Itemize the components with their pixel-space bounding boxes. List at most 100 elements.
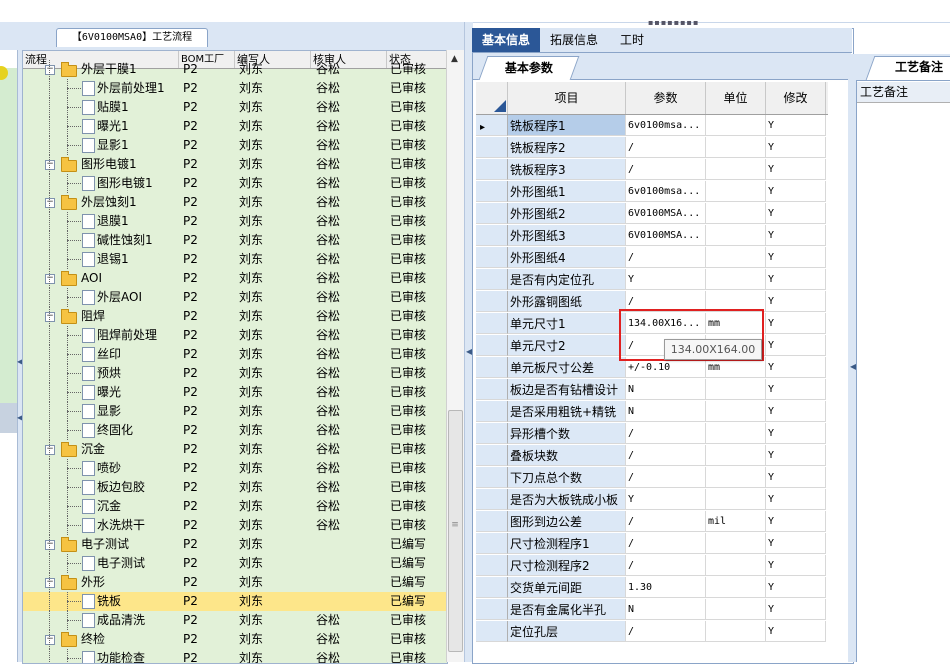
tree-folder-row[interactable]: − 沉金 P2 刘东 谷松 已审核 — [23, 440, 447, 459]
param-value-cell[interactable]: 6V0100MSA... — [626, 225, 706, 246]
row-header[interactable] — [476, 401, 508, 422]
param-modify-cell[interactable]: Y — [766, 555, 826, 576]
row-header[interactable] — [476, 467, 508, 488]
tree-folder-row[interactable]: − 图形电镀1 P2 刘东 谷松 已审核 — [23, 155, 447, 174]
row-header[interactable] — [476, 137, 508, 158]
param-value-cell[interactable]: 6v0100msa... — [626, 181, 706, 202]
param-row[interactable]: 是否有金属化半孔 N Y — [476, 599, 828, 621]
row-header[interactable] — [476, 423, 508, 444]
tab-basic-params[interactable]: 基本参数 — [478, 56, 580, 80]
param-row[interactable]: 下刀点总个数 / Y — [476, 467, 828, 489]
param-value-cell[interactable]: 6v0100msa... — [626, 115, 706, 136]
row-header[interactable] — [476, 621, 508, 642]
param-unit-cell[interactable] — [706, 137, 766, 158]
param-row[interactable]: 外形图纸1 6v0100msa... Y — [476, 181, 828, 203]
collapse-toggle-icon[interactable]: − — [45, 540, 55, 550]
param-row[interactable]: 异形槽个数 / Y — [476, 423, 828, 445]
tab-work-hours[interactable]: 工时 — [612, 28, 652, 52]
tab-extended-info[interactable]: 拓展信息 — [542, 28, 606, 52]
process-flow-tab[interactable]: 【6V0100MSA0】工艺流程 — [56, 28, 208, 47]
param-row[interactable]: 铣板程序2/ Y — [476, 137, 828, 159]
tree-item-row[interactable]: 曝光 P2 刘东 谷松 已审核 — [23, 383, 447, 402]
param-unit-cell[interactable] — [706, 489, 766, 510]
collapse-toggle-icon[interactable]: − — [45, 635, 55, 645]
tree-item-row[interactable]: 电子测试 P2 刘东 已编写 — [23, 554, 447, 573]
param-value-cell[interactable]: / — [626, 511, 706, 532]
tree-item-row[interactable]: 板边包胶 P2 刘东 谷松 已审核 — [23, 478, 447, 497]
param-unit-cell[interactable] — [706, 269, 766, 290]
param-modify-cell[interactable]: Y — [766, 115, 826, 136]
row-header[interactable] — [476, 269, 508, 290]
tree-item-row[interactable]: 显影 P2 刘东 谷松 已审核 — [23, 402, 447, 421]
tree-folder-row[interactable]: − 外形 P2 刘东 已编写 — [23, 573, 447, 592]
tree-item-row[interactable]: 水洗烘干 P2 刘东 谷松 已审核 — [23, 516, 447, 535]
param-unit-cell[interactable] — [706, 533, 766, 554]
param-row[interactable]: 尺寸检测程序2/ Y — [476, 555, 828, 577]
tree-folder-row[interactable]: − 电子测试 P2 刘东 已编写 — [23, 535, 447, 554]
param-modify-cell[interactable]: Y — [766, 357, 826, 378]
param-row[interactable]: 板边是否有钻槽设计 N Y — [476, 379, 828, 401]
row-header[interactable] — [476, 555, 508, 576]
param-row[interactable]: 图形到边公差 / mil Y — [476, 511, 828, 533]
scroll-up-arrow-icon[interactable]: ▲ — [447, 52, 462, 67]
param-unit-cell[interactable] — [706, 555, 766, 576]
tree-item-row[interactable]: 贴膜1 P2 刘东 谷松 已审核 — [23, 98, 447, 117]
tree-item-row[interactable]: 终固化 P2 刘东 谷松 已审核 — [23, 421, 447, 440]
tree-folder-row[interactable]: − 阻焊 P2 刘东 谷松 已审核 — [23, 307, 447, 326]
param-value-cell[interactable]: / — [626, 423, 706, 444]
tree-item-row[interactable]: 阻焊前处理 P2 刘东 谷松 已审核 — [23, 326, 447, 345]
param-value-cell[interactable]: / — [626, 137, 706, 158]
param-value-cell[interactable]: / — [626, 467, 706, 488]
param-modify-cell[interactable]: Y — [766, 445, 826, 466]
tree-item-row[interactable]: 成品清洗 P2 刘东 谷松 已审核 — [23, 611, 447, 630]
tree-item-row[interactable]: 碱性蚀刻1 P2 刘东 谷松 已审核 — [23, 231, 447, 250]
param-row[interactable]: 定位孔层 / Y — [476, 621, 828, 643]
row-header[interactable] — [476, 203, 508, 224]
param-modify-cell[interactable]: Y — [766, 423, 826, 444]
param-modify-cell[interactable]: Y — [766, 181, 826, 202]
param-unit-cell[interactable] — [706, 423, 766, 444]
param-modify-cell[interactable]: Y — [766, 247, 826, 268]
row-header[interactable] — [476, 181, 508, 202]
row-header[interactable] — [476, 159, 508, 180]
row-header[interactable] — [476, 247, 508, 268]
tab-basic-info[interactable]: 基本信息 — [472, 28, 540, 52]
column-header-param[interactable]: 参数 — [626, 82, 706, 114]
param-value-cell[interactable]: / — [626, 159, 706, 180]
tree-item-row[interactable]: 外层前处理1 P2 刘东 谷松 已审核 — [23, 79, 447, 98]
tree-item-row[interactable]: 沉金 P2 刘东 谷松 已审核 — [23, 497, 447, 516]
param-unit-cell[interactable] — [706, 621, 766, 642]
param-value-cell[interactable]: 1.30 — [626, 577, 706, 598]
param-value-cell[interactable]: / — [626, 621, 706, 642]
row-header[interactable] — [476, 511, 508, 532]
collapse-toggle-icon[interactable]: − — [45, 198, 55, 208]
param-modify-cell[interactable]: Y — [766, 203, 826, 224]
right-splitter[interactable] — [848, 54, 856, 662]
param-row[interactable]: 是否有内定位孔 Y Y — [476, 269, 828, 291]
collapse-toggle-icon[interactable]: − — [45, 65, 55, 75]
row-header[interactable] — [476, 577, 508, 598]
tree-item-row[interactable]: 铣板 P2 刘东 已编写 — [23, 592, 447, 611]
param-unit-cell[interactable] — [706, 467, 766, 488]
param-unit-cell[interactable] — [706, 181, 766, 202]
param-row[interactable]: 叠板块数 / Y — [476, 445, 828, 467]
param-modify-cell[interactable]: Y — [766, 379, 826, 400]
collapse-toggle-icon[interactable]: − — [45, 312, 55, 322]
collapse-toggle-icon[interactable]: − — [45, 578, 55, 588]
param-unit-cell[interactable] — [706, 577, 766, 598]
param-value-cell[interactable]: / — [626, 247, 706, 268]
tree-item-row[interactable]: 预烘 P2 刘东 谷松 已审核 — [23, 364, 447, 383]
tree-folder-row[interactable]: − 外层干膜1 P2 刘东 谷松 已审核 — [23, 60, 447, 79]
tree-folder-row[interactable]: − 终检 P2 刘东 谷松 已审核 — [23, 630, 447, 649]
row-header[interactable] — [476, 445, 508, 466]
splitter-grip-icon[interactable]: ▪▪▪▪▪▪▪▪ — [648, 19, 698, 27]
tree-item-row[interactable]: 丝印 P2 刘东 谷松 已审核 — [23, 345, 447, 364]
param-modify-cell[interactable]: Y — [766, 599, 826, 620]
param-modify-cell[interactable]: Y — [766, 159, 826, 180]
row-header[interactable] — [476, 291, 508, 312]
param-modify-cell[interactable]: Y — [766, 335, 826, 356]
param-unit-cell[interactable] — [706, 599, 766, 620]
param-modify-cell[interactable]: Y — [766, 269, 826, 290]
param-modify-cell[interactable]: Y — [766, 533, 826, 554]
param-unit-cell[interactable] — [706, 247, 766, 268]
